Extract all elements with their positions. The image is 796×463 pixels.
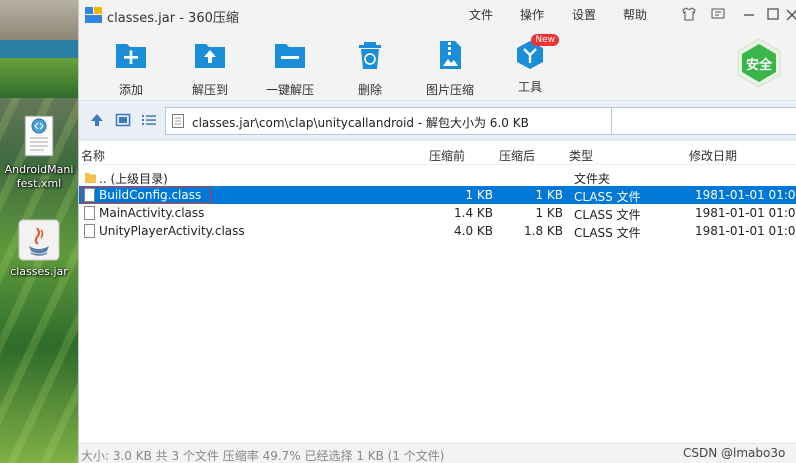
- thumbnail-view-icon[interactable]: [115, 112, 131, 128]
- path-box[interactable]: classes.jar\com\clap\unitycallandroid - …: [165, 107, 685, 135]
- maximize-icon[interactable]: [764, 6, 782, 24]
- add-button[interactable]: 添加: [91, 40, 171, 98]
- xml-file-icon: [24, 115, 54, 157]
- archive-file-icon: [172, 114, 184, 128]
- image-compress-button[interactable]: 图片压缩: [410, 40, 490, 98]
- column-before[interactable]: 压缩前: [429, 147, 465, 164]
- desktop-icon-manifest[interactable]: AndroidManifest.xml: [4, 114, 74, 191]
- file-type: CLASS 文件: [574, 226, 641, 240]
- menu-file[interactable]: 文件: [469, 6, 493, 23]
- file-date: 1981-01-01 01:01: [695, 206, 796, 220]
- image-compress-icon: [440, 41, 461, 69]
- one-click-extract-icon: [275, 44, 305, 68]
- feedback-icon[interactable]: [709, 6, 727, 24]
- image-compress-label: 图片压缩: [425, 83, 474, 97]
- extract-to-icon: [195, 44, 225, 68]
- menu-settings[interactable]: 设置: [572, 6, 596, 23]
- address-bar: classes.jar\com\clap\unitycallandroid - …: [79, 100, 796, 140]
- up-arrow-icon[interactable]: [89, 112, 105, 128]
- file-date: 1981-01-01 01:01: [695, 188, 796, 202]
- class-file-icon: [84, 224, 95, 238]
- desktop-icon-label: classes.jar: [10, 265, 68, 278]
- file-size-before: 4.0 KB: [454, 224, 493, 238]
- skin-icon[interactable]: [680, 6, 698, 24]
- status-text: 大小: 3.0 KB 共 3 个文件 压缩率 49.7% 已经选择 1 KB (…: [81, 449, 445, 463]
- file-size-after: 1 KB: [535, 188, 563, 202]
- java-jar-icon: [18, 219, 60, 261]
- file-size-before: 1 KB: [465, 188, 493, 202]
- watermark: CSDN @lmabo3o: [683, 446, 786, 460]
- highlight-outline: [81, 187, 211, 204]
- menu-help[interactable]: 帮助: [623, 6, 647, 23]
- column-type[interactable]: 类型: [569, 147, 593, 164]
- desktop-background: AndroidManifest.xml classes.jar: [0, 0, 78, 463]
- extract-to-button[interactable]: 解压到: [170, 40, 250, 98]
- minimize-icon[interactable]: [740, 6, 758, 24]
- file-size-after: 1.8 KB: [524, 224, 563, 238]
- class-file-icon: [84, 206, 95, 220]
- column-name[interactable]: 名称: [81, 147, 105, 164]
- desktop-icon-classes-jar[interactable]: classes.jar: [4, 218, 74, 279]
- desktop-icon-label: AndroidManifest.xml: [4, 163, 74, 190]
- desktop-wallpaper-water: [0, 40, 78, 58]
- folder-icon: [85, 173, 96, 183]
- path-text: classes.jar\com\clap\unitycallandroid - …: [192, 116, 529, 130]
- title-bar: classes.jar - 360压缩 文件 操作 设置 帮助: [79, 0, 796, 30]
- add-label: 添加: [118, 83, 143, 97]
- file-date: 1981-01-01 01:01: [695, 224, 796, 238]
- app-logo-icon: [85, 7, 102, 23]
- delete-label: 删除: [357, 83, 382, 97]
- status-bar: 大小: 3.0 KB 共 3 个文件 压缩率 49.7% 已经选择 1 KB (…: [79, 443, 796, 463]
- file-size-after: 1 KB: [535, 206, 563, 220]
- list-item-unityplayeractivity[interactable]: UnityPlayerActivity.class 4.0 KB 1.8 KB …: [79, 222, 796, 240]
- one-click-extract-button[interactable]: 一键解压: [250, 40, 330, 98]
- file-name: MainActivity.class: [99, 206, 205, 220]
- column-after[interactable]: 压缩后: [499, 147, 535, 164]
- menu-operation[interactable]: 操作: [520, 6, 544, 23]
- delete-icon: [359, 42, 381, 69]
- file-size-before: 1.4 KB: [454, 206, 493, 220]
- security-label: 安全: [745, 58, 772, 73]
- archive-window: classes.jar - 360压缩 文件 操作 设置 帮助 添加 解压到 一…: [78, 0, 796, 463]
- tools-icon-wrap: New: [513, 34, 559, 70]
- new-badge: New: [531, 34, 559, 46]
- column-date[interactable]: 修改日期: [689, 147, 737, 164]
- list-item-buildconfig[interactable]: BuildConfig.class 1 KB 1 KB CLASS 文件 198…: [79, 186, 796, 204]
- desktop-wallpaper-rock: [0, 0, 78, 40]
- close-icon[interactable]: [786, 6, 796, 24]
- file-list: 名称 压缩前 压缩后 类型 修改日期 .. (上级目录) 文件夹 BuildCo…: [79, 141, 796, 443]
- security-shield[interactable]: 安全: [736, 38, 782, 88]
- window-title: classes.jar - 360压缩: [107, 11, 239, 26]
- tools-button[interactable]: New 工具: [490, 34, 570, 95]
- tools-label: 工具: [517, 80, 542, 94]
- file-type: CLASS 文件: [574, 190, 641, 204]
- file-name: UnityPlayerActivity.class: [99, 224, 245, 238]
- one-click-extract-label: 一键解压: [265, 83, 314, 97]
- list-item-parent-dir[interactable]: .. (上级目录) 文件夹: [79, 168, 796, 186]
- list-view-icon[interactable]: [141, 112, 157, 128]
- list-header: 名称 压缩前 压缩后 类型 修改日期: [79, 141, 796, 165]
- extract-to-label: 解压到: [191, 83, 228, 97]
- add-icon: [116, 44, 146, 68]
- list-item-mainactivity[interactable]: MainActivity.class 1.4 KB 1 KB CLASS 文件 …: [79, 204, 796, 222]
- file-name: .. (上级目录): [99, 172, 168, 186]
- file-type: CLASS 文件: [574, 208, 641, 222]
- toolbar: 添加 解压到 一键解压 删除 图片压缩 New 工具 安全: [79, 30, 796, 100]
- file-type: 文件夹: [574, 172, 611, 186]
- search-input[interactable]: [611, 107, 796, 135]
- delete-button[interactable]: 删除: [330, 40, 410, 98]
- desktop-wallpaper-leaves: [0, 58, 78, 98]
